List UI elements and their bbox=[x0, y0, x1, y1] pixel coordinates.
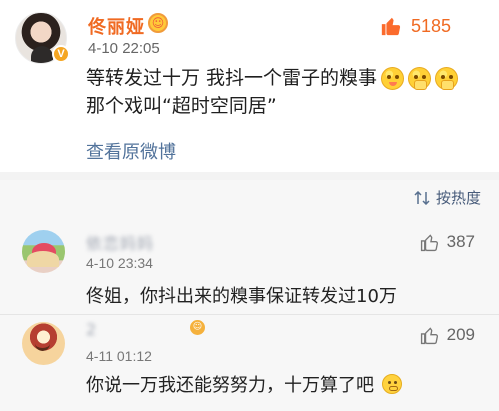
post-text: 等转发过十万 我抖一个雷子的糗事 那个戏叫“超时空同居” bbox=[86, 64, 481, 120]
commenter-name[interactable]: 2 bbox=[86, 320, 97, 339]
thumb-up-icon bbox=[420, 233, 438, 251]
shy-hand-face-icon bbox=[408, 66, 432, 90]
shy-hand-face-icon bbox=[435, 66, 459, 90]
verified-badge: V bbox=[52, 45, 70, 63]
post-time: 4-10 22:05 bbox=[88, 40, 160, 57]
squint-face-icon bbox=[381, 374, 402, 394]
thumb-up-icon bbox=[420, 326, 438, 344]
author-name[interactable]: 佟丽娅 bbox=[88, 13, 145, 39]
comments-section: 按热度 依恋妈妈 4-10 23:34 佟姐，你抖出来的糗事保证转发过10万 3… bbox=[0, 180, 499, 411]
post-text-line: 等转发过十万 我抖一个雷子的糗事 bbox=[86, 64, 481, 92]
post-text-line-2: 那个戏叫“超时空同居” bbox=[86, 95, 277, 117]
comment-like-count: 387 bbox=[446, 232, 475, 251]
post-text-line: 那个戏叫“超时空同居” bbox=[86, 92, 481, 120]
comment-time: 4-11 01:12 bbox=[86, 348, 152, 364]
thumb-up-icon bbox=[381, 17, 401, 36]
post-text-line-1: 等转发过十万 我抖一个雷子的糗事 bbox=[86, 67, 378, 89]
comment-like-button[interactable]: 387 bbox=[420, 232, 475, 252]
comment-text: 佟姐，你抖出来的糗事保证转发过10万 bbox=[86, 286, 397, 307]
commenter-name[interactable]: 依恋妈妈 bbox=[86, 230, 154, 254]
comment-item: 2 ☺ 4-11 01:12 你说一万我还能努努力，十万算了吧 209 bbox=[0, 314, 499, 408]
comment-text: 你说一万我还能努努力，十万算了吧 bbox=[86, 375, 374, 396]
commenter-avatar[interactable] bbox=[22, 230, 65, 273]
tongue-out-face-icon bbox=[381, 66, 405, 90]
post-like-count: 5185 bbox=[411, 15, 452, 36]
user-badge-icon: ☺ bbox=[190, 320, 205, 335]
section-divider bbox=[0, 172, 499, 180]
commenter-avatar[interactable] bbox=[22, 322, 65, 365]
comment-like-button[interactable]: 209 bbox=[420, 325, 475, 345]
view-original-link[interactable]: 查看原微博 bbox=[86, 138, 176, 164]
comment-time: 4-10 23:34 bbox=[86, 255, 153, 271]
sort-icon bbox=[414, 190, 430, 205]
comment-item: 依恋妈妈 4-10 23:34 佟姐，你抖出来的糗事保证转发过10万 387 bbox=[0, 222, 499, 316]
sort-by-hotness-button[interactable]: 按热度 bbox=[414, 187, 481, 208]
sort-label: 按热度 bbox=[435, 189, 481, 207]
comment-text-line: 你说一万我还能努努力，十万算了吧 bbox=[86, 371, 402, 397]
weibo-post: V 佟丽娅 ☺ 4-10 22:05 5185 等转发过十万 我抖一个雷子的糗事… bbox=[0, 0, 499, 172]
comment-like-count: 209 bbox=[446, 325, 475, 344]
user-badge-icon: ☺ bbox=[148, 13, 168, 33]
post-like-button[interactable]: 5185 bbox=[380, 15, 451, 37]
